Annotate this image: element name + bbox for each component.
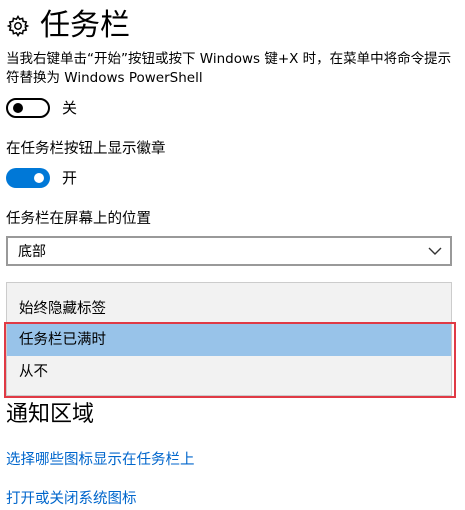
- toggle-knob: [13, 103, 23, 113]
- system-icons-toggle-link[interactable]: 打开或关闭系统图标: [6, 489, 137, 509]
- select-taskbar-icons-link[interactable]: 选择哪些图标显示在任务栏上: [6, 450, 195, 470]
- badges-toggle[interactable]: [6, 168, 50, 188]
- toggle-knob: [34, 173, 44, 183]
- notification-area-heading: 通知区域: [6, 402, 95, 427]
- dropdown-option-label: 从不: [19, 364, 48, 380]
- dropdown-option-when-taskbar-full[interactable]: 任务栏已满时: [7, 324, 451, 356]
- position-selected-value: 底部: [18, 244, 46, 260]
- page-title: 任务栏: [40, 8, 130, 43]
- dropdown-option-never[interactable]: 从不: [7, 356, 451, 388]
- gear-icon: [6, 15, 30, 37]
- powershell-toggle[interactable]: [6, 98, 50, 118]
- powershell-setting-description: 当我右键单击“开始”按钮或按下 Windows 键+X 时，在菜单中将命令提示符…: [6, 51, 452, 86]
- position-setting-label: 任务栏在屏幕上的位置: [6, 211, 151, 227]
- badges-toggle-state: 开: [62, 169, 78, 187]
- chevron-down-icon: [428, 247, 442, 255]
- position-combobox[interactable]: 底部: [6, 236, 452, 266]
- dropdown-option-label: 始终隐藏标签: [19, 301, 106, 317]
- powershell-toggle-state: 关: [62, 99, 78, 117]
- dropdown-option-always-hide-labels[interactable]: 始终隐藏标签: [7, 293, 451, 325]
- dropdown-option-label: 任务栏已满时: [19, 332, 106, 348]
- combine-buttons-dropdown: 始终隐藏标签 任务栏已满时 从不: [6, 282, 452, 396]
- badges-setting-label: 在任务栏按钮上显示徽章: [6, 141, 166, 157]
